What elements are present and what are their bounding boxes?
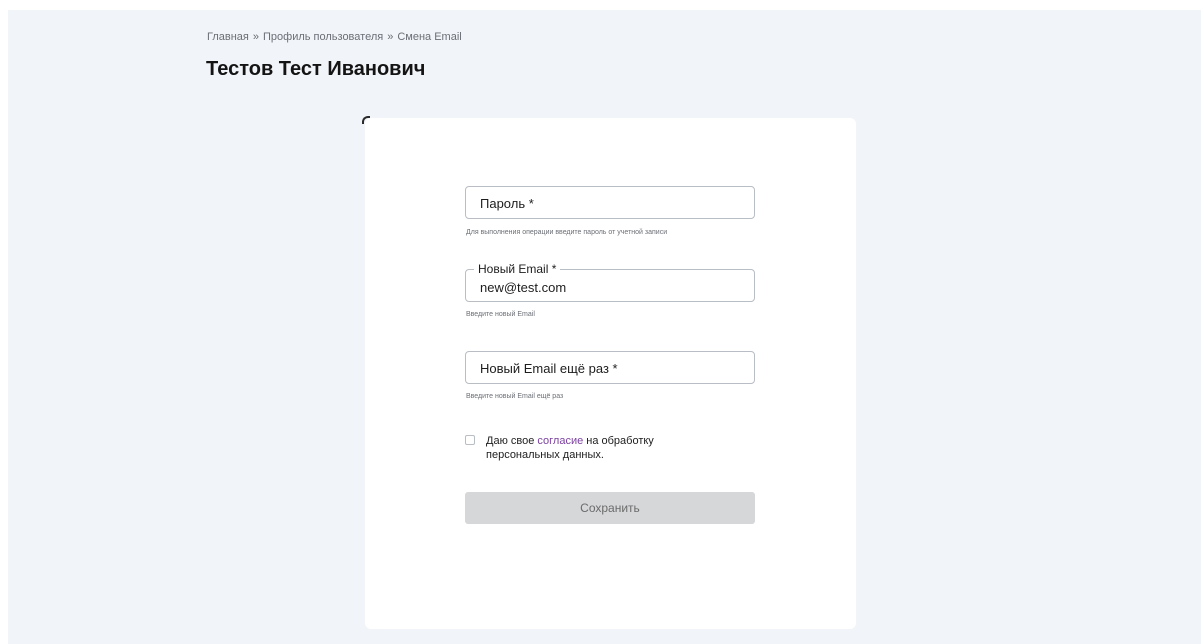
new-email-repeat-hint: Введите новый Email ещё раз <box>466 393 564 400</box>
new-email-repeat-field[interactable]: Новый Email ещё раз * <box>465 351 755 384</box>
password-field[interactable]: Пароль * <box>465 186 755 219</box>
new-email-label: Новый Email * <box>474 261 561 277</box>
breadcrumb-item-home[interactable]: Главная <box>207 31 249 43</box>
consent-label: Даю свое согласие на обработку персональ… <box>486 434 706 462</box>
card-corner-marker <box>362 116 370 124</box>
new-email-repeat-placeholder: Новый Email ещё раз * <box>480 361 618 376</box>
new-email-field[interactable]: Новый Email * new@test.com <box>465 261 755 302</box>
breadcrumb-item-current: Смена Email <box>397 31 462 43</box>
consent-link[interactable]: согласие <box>537 435 583 447</box>
consent-text-before: Даю свое <box>486 435 538 447</box>
page-title: Тестов Тест Иванович <box>206 58 426 80</box>
password-placeholder: Пароль * <box>480 196 534 211</box>
password-hint: Для выполнения операции введите пароль о… <box>466 229 668 236</box>
new-email-value: new@test.com <box>480 280 567 295</box>
breadcrumb-separator: » <box>387 31 394 43</box>
breadcrumb-separator: » <box>252 31 259 43</box>
breadcrumb: Главная» Профиль пользователя» Смена Email <box>207 31 462 43</box>
consent-checkbox[interactable] <box>465 435 475 445</box>
breadcrumb-item-profile[interactable]: Профиль пользователя <box>263 31 383 43</box>
save-button[interactable]: Сохранить <box>465 492 755 524</box>
new-email-hint: Введите новый Email <box>466 311 535 318</box>
